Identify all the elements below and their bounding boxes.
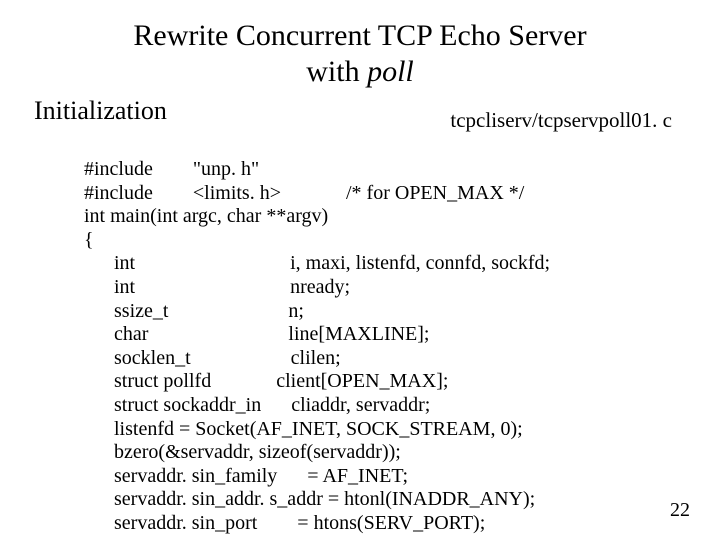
title-line2-prefix: with	[306, 55, 367, 88]
subheading-left: Initialization	[34, 96, 167, 126]
slide: Rewrite Concurrent TCP Echo Server with …	[0, 0, 720, 540]
source-file-label: tcpcliserv/tcpservpoll01. c	[450, 108, 672, 133]
code-block: #include "unp. h" #include <limits. h> /…	[84, 158, 664, 536]
title-line2-italic: poll	[367, 55, 414, 88]
title-line1: Rewrite Concurrent TCP Echo Server	[133, 19, 586, 52]
slide-title: Rewrite Concurrent TCP Echo Server with …	[0, 18, 720, 90]
page-number: 22	[670, 499, 690, 522]
